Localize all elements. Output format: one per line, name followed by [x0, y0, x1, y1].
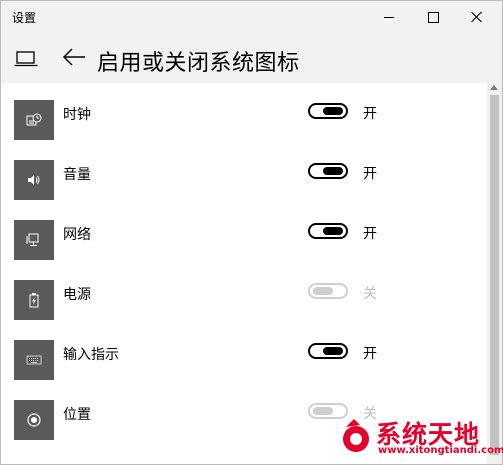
- item-label: 音量: [63, 167, 91, 183]
- list-item-power: 电源 关: [1, 263, 487, 323]
- item-label: 输入指示: [63, 347, 119, 363]
- keyboard-icon: [14, 340, 54, 380]
- list-item-network: 网络 开: [1, 203, 487, 263]
- settings-window: 设置 启用或关闭系统图标 时钟 开 音量 开 网络 开 电源 关 输入指示 开 …: [0, 0, 503, 465]
- page-header: 启用或关闭系统图标: [1, 33, 502, 83]
- close-button[interactable]: [455, 1, 499, 33]
- back-arrow-icon[interactable]: [62, 48, 86, 66]
- power-toggle[interactable]: [308, 283, 348, 299]
- minimize-icon: [384, 16, 394, 18]
- page-title: 启用或关闭系统图标: [97, 51, 300, 76]
- item-label: 电源: [63, 287, 91, 303]
- close-icon: [471, 11, 483, 23]
- toggle-state: 开: [363, 226, 377, 242]
- volume-icon: [14, 160, 54, 200]
- title-bar: 设置: [1, 1, 502, 33]
- network-toggle[interactable]: [308, 223, 348, 239]
- minimize-button[interactable]: [367, 1, 411, 33]
- system-icons-list: 时钟 开 音量 开 网络 开 电源 关 输入指示 开 位置 关: [1, 83, 487, 464]
- vertical-scrollbar[interactable]: [487, 83, 502, 464]
- scroll-thumb[interactable]: [490, 95, 499, 455]
- clock-icon: [14, 100, 54, 140]
- maximize-icon: [427, 11, 439, 23]
- toggle-state: 开: [363, 346, 377, 362]
- laptop-icon: [14, 51, 38, 67]
- list-item-clock: 时钟 开: [1, 83, 487, 143]
- watermark: 系统天地 www.xitongtiandi.com: [340, 415, 503, 463]
- window-title: 设置: [12, 11, 37, 25]
- watermark-url: www.xitongtiandi.com: [378, 445, 503, 456]
- battery-icon: [14, 280, 54, 320]
- maximize-button[interactable]: [411, 1, 455, 33]
- scroll-up-icon[interactable]: [490, 85, 498, 90]
- item-label: 时钟: [63, 107, 91, 123]
- clock-toggle[interactable]: [308, 103, 348, 119]
- toggle-state: 关: [363, 286, 377, 302]
- list-item-input-indicator: 输入指示 开: [1, 323, 487, 383]
- toggle-state: 开: [363, 106, 377, 122]
- network-icon: [14, 220, 54, 260]
- location-icon: [14, 400, 54, 440]
- watermark-logo-icon: [343, 419, 369, 452]
- item-label: 网络: [63, 227, 91, 243]
- list-item-volume: 音量 开: [1, 143, 487, 203]
- volume-toggle[interactable]: [308, 163, 348, 179]
- item-label: 位置: [63, 407, 91, 423]
- input-indicator-toggle[interactable]: [308, 343, 348, 359]
- toggle-state: 开: [363, 166, 377, 182]
